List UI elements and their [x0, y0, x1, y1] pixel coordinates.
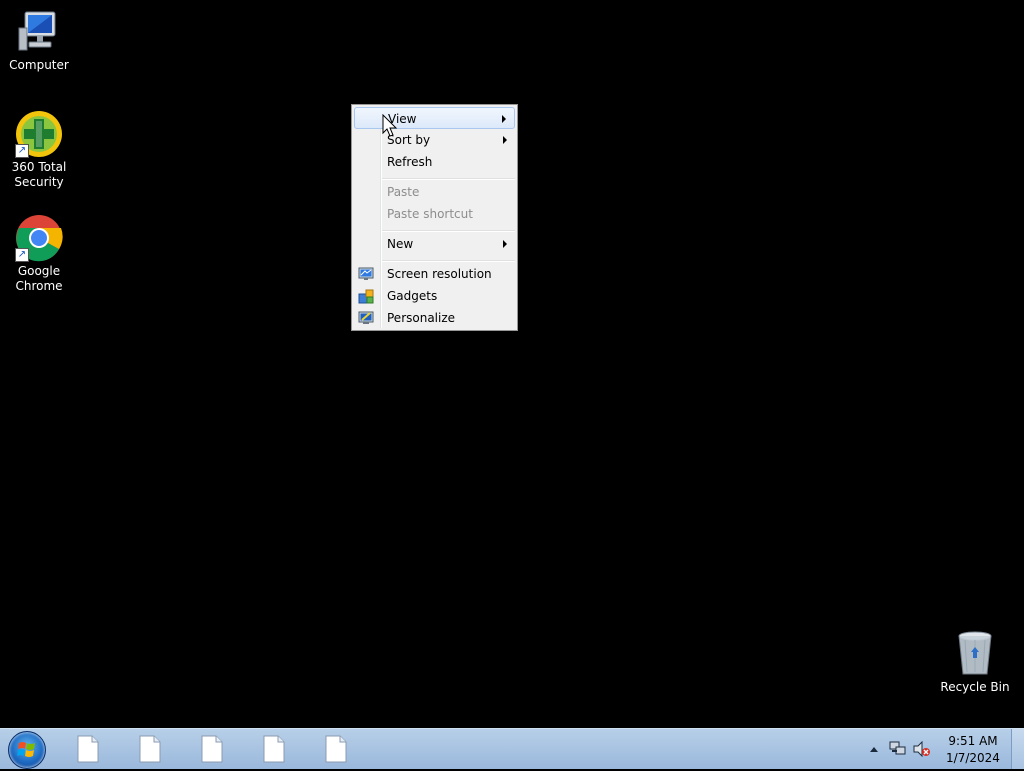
- blank-document-icon[interactable]: [323, 735, 349, 763]
- desktop-context-menu: View Sort by Refresh Paste Paste shortcu…: [351, 104, 518, 331]
- desktop-icon-computer[interactable]: Computer: [1, 8, 77, 73]
- desktop-icon-360-total-security[interactable]: ↗ 360 Total Security: [1, 110, 77, 190]
- clock-time[interactable]: 9:51 AM: [942, 734, 1004, 748]
- desktop-icon-label: Google Chrome: [15, 264, 63, 293]
- volume-muted-icon[interactable]: [913, 741, 931, 757]
- blank-document-icon[interactable]: [75, 735, 101, 763]
- menu-item-view[interactable]: View: [354, 107, 515, 129]
- menu-item-label: Paste shortcut: [387, 207, 473, 221]
- menu-item-label: Paste: [387, 185, 420, 199]
- desktop-icon-google-chrome[interactable]: ↗ Google Chrome: [1, 214, 77, 294]
- desktop-icon-label: Recycle Bin: [940, 680, 1010, 694]
- menu-item-gadgets[interactable]: Gadgets: [354, 285, 515, 307]
- menu-item-personalize[interactable]: Personalize: [354, 307, 515, 329]
- submenu-arrow-icon: [502, 115, 506, 123]
- menu-item-label: New: [387, 237, 414, 251]
- gadgets-icon: [358, 289, 374, 304]
- recycle-bin-icon: [951, 630, 999, 678]
- mouse-cursor-icon: [382, 114, 398, 137]
- menu-item-label: Gadgets: [387, 289, 438, 303]
- show-desktop-button[interactable]: [1011, 729, 1024, 769]
- personalize-icon: [358, 311, 374, 324]
- menu-item-paste: Paste: [354, 181, 515, 203]
- menu-item-screen-resolution[interactable]: Screen resolution: [354, 263, 515, 285]
- menu-item-label: Refresh: [387, 155, 433, 169]
- menu-item-paste-shortcut: Paste shortcut: [354, 203, 515, 225]
- desktop-icon-label: 360 Total Security: [11, 160, 67, 189]
- blank-document-icon[interactable]: [261, 735, 287, 763]
- start-button[interactable]: [8, 731, 46, 769]
- menu-item-sort-by[interactable]: Sort by: [354, 129, 515, 151]
- menu-item-new[interactable]: New: [354, 233, 515, 255]
- menu-separator: [382, 260, 515, 262]
- menu-separator: [382, 178, 515, 180]
- menu-item-label: Personalize: [387, 311, 456, 325]
- menu-separator: [382, 230, 515, 232]
- show-hidden-icons-chevron-icon[interactable]: [869, 745, 879, 753]
- shortcut-arrow-icon: ↗: [15, 144, 29, 158]
- menu-item-refresh[interactable]: Refresh: [354, 151, 515, 173]
- screen-resolution-icon: [358, 267, 374, 280]
- desktop-icon-label: Computer: [9, 58, 69, 72]
- desktop-icon-recycle-bin[interactable]: Recycle Bin: [937, 630, 1013, 695]
- blank-document-icon[interactable]: [137, 735, 163, 763]
- taskbar: 9:51 AM 1/7/2024: [0, 728, 1024, 769]
- 360-total-security-icon: ↗: [15, 110, 63, 158]
- clock-date[interactable]: 1/7/2024: [942, 751, 1004, 765]
- chrome-icon: ↗: [15, 214, 63, 262]
- network-icon[interactable]: [889, 741, 907, 757]
- menu-item-label: Screen resolution: [387, 267, 492, 281]
- submenu-arrow-icon: [503, 136, 507, 144]
- shortcut-arrow-icon: ↗: [15, 248, 29, 262]
- submenu-arrow-icon: [503, 240, 507, 248]
- computer-icon: [15, 8, 63, 56]
- windows-logo-icon: [17, 742, 35, 757]
- blank-document-icon[interactable]: [199, 735, 225, 763]
